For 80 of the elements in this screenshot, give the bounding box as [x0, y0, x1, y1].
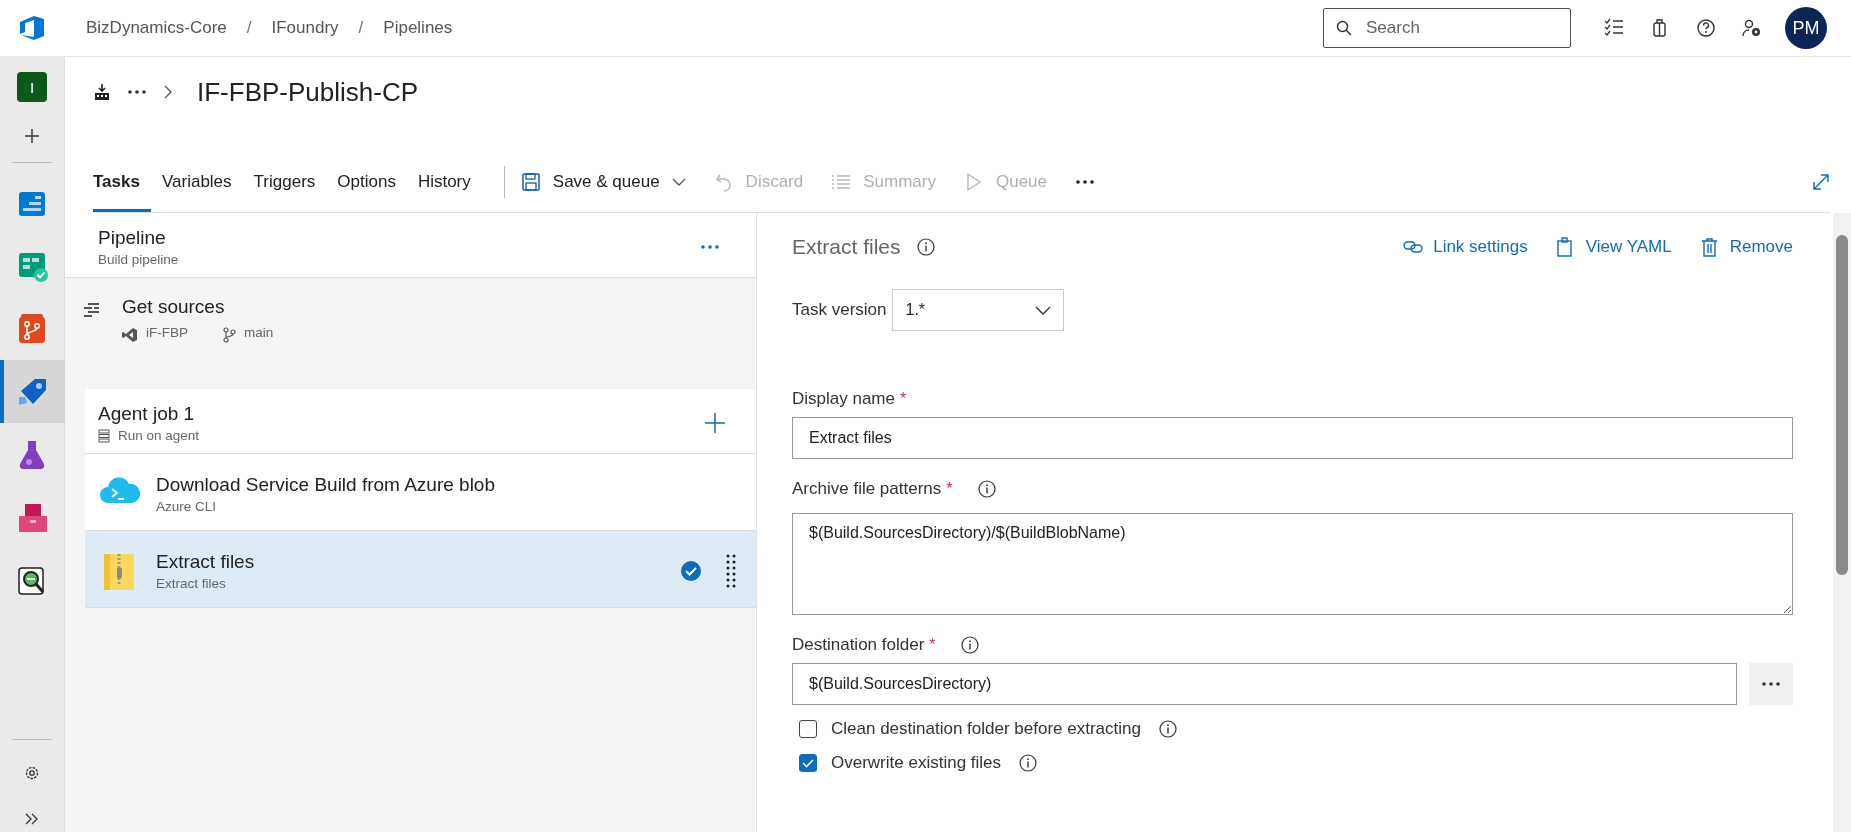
plus-icon[interactable] [24, 128, 40, 144]
section-title: Agent job 1 [98, 403, 196, 425]
section-subtitle: Build pipeline [98, 252, 179, 267]
breadcrumb-separator: / [246, 18, 252, 38]
task-subtitle: Extract files [156, 576, 227, 591]
visual-studio-icon [122, 327, 138, 343]
section-title: Pipeline [98, 227, 167, 249]
scrollbar[interactable] [1833, 213, 1851, 832]
pipeline-title: IF-FBP-Publish-CP [197, 76, 419, 108]
branch-icon [222, 327, 236, 343]
checkbox[interactable] [799, 754, 817, 772]
tab[interactable]: History [406, 152, 482, 212]
info-icon[interactable] [977, 480, 996, 498]
info-icon[interactable] [1019, 754, 1038, 772]
server-icon [98, 428, 110, 443]
breadcrumb-link[interactable]: BizDynamics-Core [86, 18, 227, 38]
agent-job-row[interactable]: Agent job 1 Run on agent [85, 389, 756, 454]
required-mark: * [900, 390, 907, 408]
expand-icon[interactable] [1812, 173, 1830, 191]
task-row[interactable]: Extract files Extract files [85, 531, 756, 608]
breadcrumb-link[interactable]: IFoundry [271, 18, 339, 38]
drag-handle-icon[interactable] [726, 554, 736, 588]
text-field[interactable]: $(Build.SourcesDirectory) [792, 663, 1737, 705]
list-icon [831, 172, 852, 192]
add-icon[interactable] [704, 412, 726, 434]
toolbar-button[interactable]: Save & queue [520, 172, 686, 192]
text-field[interactable]: Extract files [792, 417, 1793, 459]
tab[interactable]: Options [326, 152, 407, 212]
pipeline-header[interactable]: Pipeline Build pipeline [65, 213, 756, 278]
repo-name: iF-FBP [146, 324, 188, 340]
build-pipeline-icon[interactable] [93, 83, 111, 101]
field-label: Task version [792, 300, 887, 320]
user-settings-icon[interactable] [1741, 17, 1763, 39]
action-button[interactable]: View YAML [1555, 237, 1672, 257]
project-avatar[interactable]: I [17, 72, 47, 102]
info-icon[interactable] [1158, 720, 1177, 738]
task-row[interactable]: Download Service Build from Azure blob Azure CLI [85, 454, 756, 531]
info-icon[interactable] [960, 636, 979, 654]
chevron-down-icon [671, 178, 686, 186]
undo-icon [713, 172, 734, 192]
more-icon[interactable] [1075, 179, 1095, 185]
get-sources-row[interactable]: Get sources iF-FBP main [65, 278, 756, 389]
more-icon[interactable] [127, 89, 147, 95]
settings-icon[interactable] [23, 764, 41, 782]
required-mark: * [946, 480, 953, 498]
breadcrumb-separator: / [358, 18, 364, 38]
branch-name: main [244, 324, 274, 340]
source-lines-icon [82, 302, 100, 318]
expand-chevrons-icon[interactable] [24, 812, 40, 826]
save-icon [520, 172, 541, 192]
task-title: Download Service Build from Azure blob [156, 474, 496, 496]
checkmark-icon [801, 756, 815, 770]
version-dropdown[interactable]: 1.* [892, 289, 1065, 331]
text-area[interactable]: $(Build.SourcesDirectory)/$(BuildBlobName) [792, 513, 1793, 615]
field-label: Archive file patterns [792, 479, 942, 499]
section-title: Get sources [122, 296, 226, 318]
chevron-down-icon [1035, 305, 1052, 315]
field-label: Destination folder [792, 635, 925, 655]
task-heading: Extract files [792, 235, 901, 259]
checkbox-label: Clean destination folder before extracting [831, 719, 1141, 739]
task-title: Extract files [156, 551, 256, 573]
check-circle-icon [680, 560, 702, 582]
search-field[interactable]: Search [1323, 8, 1571, 48]
user-avatar[interactable]: PM [1785, 7, 1827, 49]
tab[interactable]: Variables [150, 152, 243, 212]
checkbox-label: Overwrite existing files [831, 753, 1002, 773]
checkbox[interactable] [799, 720, 817, 738]
action-button[interactable]: Link settings [1403, 237, 1528, 257]
more-icon [1761, 681, 1781, 687]
tab[interactable]: Triggers [242, 152, 327, 212]
help-icon[interactable] [1695, 17, 1717, 39]
task-subtitle: Azure CLI [156, 499, 218, 514]
action-button[interactable]: Remove [1699, 237, 1793, 257]
breadcrumb-link[interactable]: Pipelines [383, 18, 453, 38]
trash-icon [1699, 237, 1720, 257]
required-mark: * [929, 636, 936, 654]
chevron-right-icon [163, 84, 173, 100]
section-subtitle: Run on agent [118, 428, 200, 443]
field-label: Display name [792, 389, 895, 409]
info-icon[interactable] [916, 238, 935, 256]
